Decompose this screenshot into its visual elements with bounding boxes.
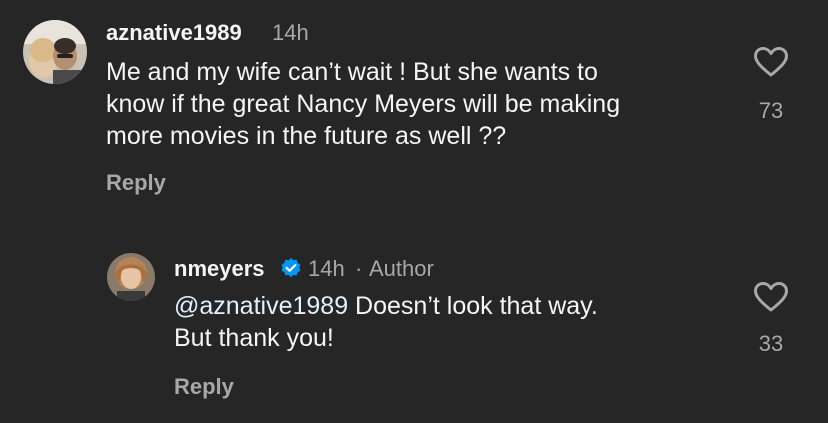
meta-separator: · (355, 256, 363, 281)
verified-badge-icon (280, 257, 302, 284)
reply-like-count: 33 (758, 331, 784, 356)
reply-text-line: @aznative1989 Doesn’t look that way. (174, 290, 598, 322)
reply-text-rest: Doesn’t look that way. (348, 292, 598, 320)
author-username[interactable]: nmeyers (174, 256, 265, 282)
comment-thread: aznative1989 14h Me and my wife can’t wa… (0, 0, 828, 423)
comment-text-line: know if the great Nancy Meyers will be m… (106, 90, 621, 118)
comment-text-line: Me and my wife can’t wait ! But she want… (106, 58, 598, 86)
comment-reply-button[interactable]: Reply (106, 170, 166, 196)
reply-text: @aznative1989 Doesn’t look that way. But… (174, 290, 598, 354)
commenter-avatar[interactable] (23, 20, 87, 84)
author-avatar[interactable] (107, 253, 155, 301)
comment-like-count: 73 (758, 98, 784, 123)
commenter-username[interactable]: aznative1989 (106, 20, 242, 46)
comment-timestamp: 14h (272, 20, 309, 45)
mention-link[interactable]: @aznative1989 (174, 292, 348, 320)
comment-text-line: more movies in the future as well ?? (106, 122, 507, 150)
reply-timestamp: 14h (308, 256, 345, 281)
heart-icon[interactable] (753, 46, 789, 83)
author-label: Author (369, 256, 434, 281)
comment-text: Me and my wife can’t wait ! But she want… (106, 56, 620, 152)
reply-text-line: But thank you! (174, 324, 334, 352)
heart-icon[interactable] (753, 281, 789, 318)
reply-reply-button[interactable]: Reply (174, 374, 234, 400)
